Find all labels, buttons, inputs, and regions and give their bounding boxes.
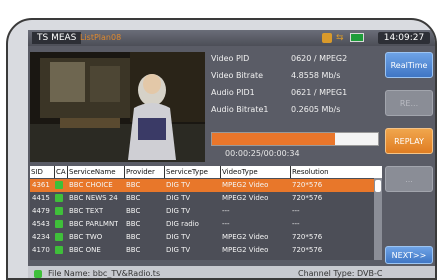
- audio-bitrate-row: Audio Bitrate1 0.2605 Mb/s: [211, 103, 379, 117]
- table-row[interactable]: 4479 BBC TEXT BBC DIG TV --- ---: [30, 205, 374, 218]
- next-button[interactable]: NEXT>>: [385, 246, 433, 264]
- disabled-button-1[interactable]: RE...: [385, 90, 433, 116]
- cell-provider: BBC: [126, 207, 141, 215]
- cell-provider: BBC: [126, 246, 141, 254]
- cell-video: MPEG2 Video: [222, 181, 269, 189]
- cell-service: BBC TEXT: [69, 207, 104, 215]
- cell-sid: 4415: [32, 194, 50, 202]
- cell-sid: 4479: [32, 207, 50, 215]
- lock-icon: [55, 233, 63, 241]
- cell-video: ---: [222, 220, 230, 228]
- video-pid-row: Video PID 0620 / MPEG2: [211, 52, 379, 66]
- cell-provider: BBC: [126, 194, 141, 202]
- cell-type: DIG radio: [166, 220, 199, 228]
- disabled-button-2[interactable]: ...: [385, 166, 433, 192]
- table-header: SID CA ServiceName Provider ServiceType …: [30, 166, 382, 178]
- scrollbar-thumb[interactable]: [375, 180, 381, 192]
- progress-fill: [212, 133, 335, 145]
- playback-progress-bar[interactable]: [211, 132, 379, 146]
- file-icon: [34, 270, 42, 278]
- video-frame-image: [30, 52, 205, 162]
- replay-button[interactable]: REPLAY: [385, 128, 433, 154]
- status-footer: File Name: bbc_TV&Radio.ts Channel Type:…: [28, 266, 435, 278]
- lock-icon: [55, 194, 63, 202]
- service-table: SID CA ServiceName Provider ServiceType …: [30, 166, 382, 260]
- tab-ts-meas[interactable]: TS MEAS: [32, 32, 82, 44]
- network-icon: ⇆: [336, 33, 344, 43]
- video-pid-label: Video PID: [211, 54, 250, 63]
- col-sid: SID: [31, 168, 43, 176]
- lock-icon: [55, 181, 63, 189]
- device-frame: TS MEAS ListPlan08 ⇆ 14:09:27 Video PID …: [6, 18, 437, 280]
- table-row[interactable]: 4234 BBC TWO BBC DIG TV MPEG2 Video 720*…: [30, 231, 374, 244]
- table-row[interactable]: 4170 BBC ONE BBC DIG TV MPEG2 Video 720*…: [30, 244, 374, 257]
- top-bar: TS MEAS ListPlan08 ⇆ 14:09:27: [28, 30, 435, 46]
- col-ca: CA: [54, 166, 66, 178]
- cell-service: BBC NEWS 24: [69, 194, 118, 202]
- cell-res: 720*576: [292, 246, 323, 254]
- realtime-button[interactable]: RealTime: [385, 52, 433, 78]
- video-bitrate-value: 4.8558 Mb/s: [291, 71, 341, 80]
- cell-sid: 4170: [32, 246, 50, 254]
- col-service-name: ServiceName: [67, 166, 124, 178]
- file-name: File Name: bbc_TV&Radio.ts: [48, 269, 161, 278]
- table-row[interactable]: 4543 BBC PARLMNT BBC DIG radio --- ---: [30, 218, 374, 231]
- playback-time: 00:00:25/00:00:34: [225, 149, 300, 158]
- audio-pid-value: 0621 / MPEG1: [291, 88, 348, 97]
- table-row[interactable]: 4361 BBC CHOICE BBC DIG TV MPEG2 Video 7…: [30, 179, 374, 192]
- battery-icon: [350, 33, 364, 42]
- table-scrollbar[interactable]: [374, 178, 382, 260]
- cell-provider: BBC: [126, 181, 141, 189]
- audio-pid-row: Audio PID1 0621 / MPEG1: [211, 86, 379, 100]
- video-pid-value: 0620 / MPEG2: [291, 54, 348, 63]
- satellite-signal-icon: [322, 33, 332, 43]
- cell-type: DIG TV: [166, 246, 191, 254]
- cell-video: MPEG2 Video: [222, 233, 269, 241]
- cell-service: BBC PARLMNT: [69, 220, 119, 228]
- video-bitrate-row: Video Bitrate 4.8558 Mb/s: [211, 69, 379, 83]
- cell-video: ---: [222, 207, 230, 215]
- video-preview: [30, 52, 205, 162]
- cell-provider: BBC: [126, 233, 141, 241]
- tab-list-plan[interactable]: ListPlan08: [80, 32, 121, 44]
- lock-icon: [55, 207, 63, 215]
- lock-icon: [55, 220, 63, 228]
- audio-bitrate-value: 0.2605 Mb/s: [291, 105, 341, 114]
- status-icons: ⇆: [322, 33, 366, 43]
- col-service-type: ServiceType: [164, 166, 220, 178]
- cell-type: DIG TV: [166, 207, 191, 215]
- channel-type: Channel Type: DVB-C: [298, 269, 383, 278]
- cell-res: ---: [292, 220, 300, 228]
- cell-res: 720*576: [292, 181, 323, 189]
- clock: 14:09:27: [378, 32, 430, 44]
- col-video-type: VideoType: [220, 166, 290, 178]
- table-row[interactable]: 4415 BBC NEWS 24 BBC DIG TV MPEG2 Video …: [30, 192, 374, 205]
- cell-type: DIG TV: [166, 194, 191, 202]
- stream-info: Video PID 0620 / MPEG2 Video Bitrate 4.8…: [211, 52, 379, 122]
- cell-type: DIG TV: [166, 181, 191, 189]
- cell-service: BBC CHOICE: [69, 181, 113, 189]
- col-provider: Provider: [124, 166, 164, 178]
- cell-sid: 4361: [32, 181, 50, 189]
- cell-service: BBC TWO: [69, 233, 103, 241]
- cell-video: MPEG2 Video: [222, 246, 269, 254]
- lock-icon: [55, 246, 63, 254]
- cell-service: BBC ONE: [69, 246, 101, 254]
- audio-bitrate-label: Audio Bitrate1: [211, 105, 269, 114]
- cell-sid: 4543: [32, 220, 50, 228]
- cell-type: DIG TV: [166, 233, 191, 241]
- col-resolution: Resolution: [290, 166, 374, 178]
- cell-provider: BBC: [126, 220, 141, 228]
- cell-res: 720*576: [292, 233, 323, 241]
- analyzer-screen: TS MEAS ListPlan08 ⇆ 14:09:27 Video PID …: [28, 30, 435, 278]
- cell-video: MPEG2 Video: [222, 194, 269, 202]
- cell-res: 720*576: [292, 194, 323, 202]
- cell-sid: 4234: [32, 233, 50, 241]
- video-bitrate-label: Video Bitrate: [211, 71, 264, 80]
- audio-pid-label: Audio PID1: [211, 88, 255, 97]
- cell-res: ---: [292, 207, 300, 215]
